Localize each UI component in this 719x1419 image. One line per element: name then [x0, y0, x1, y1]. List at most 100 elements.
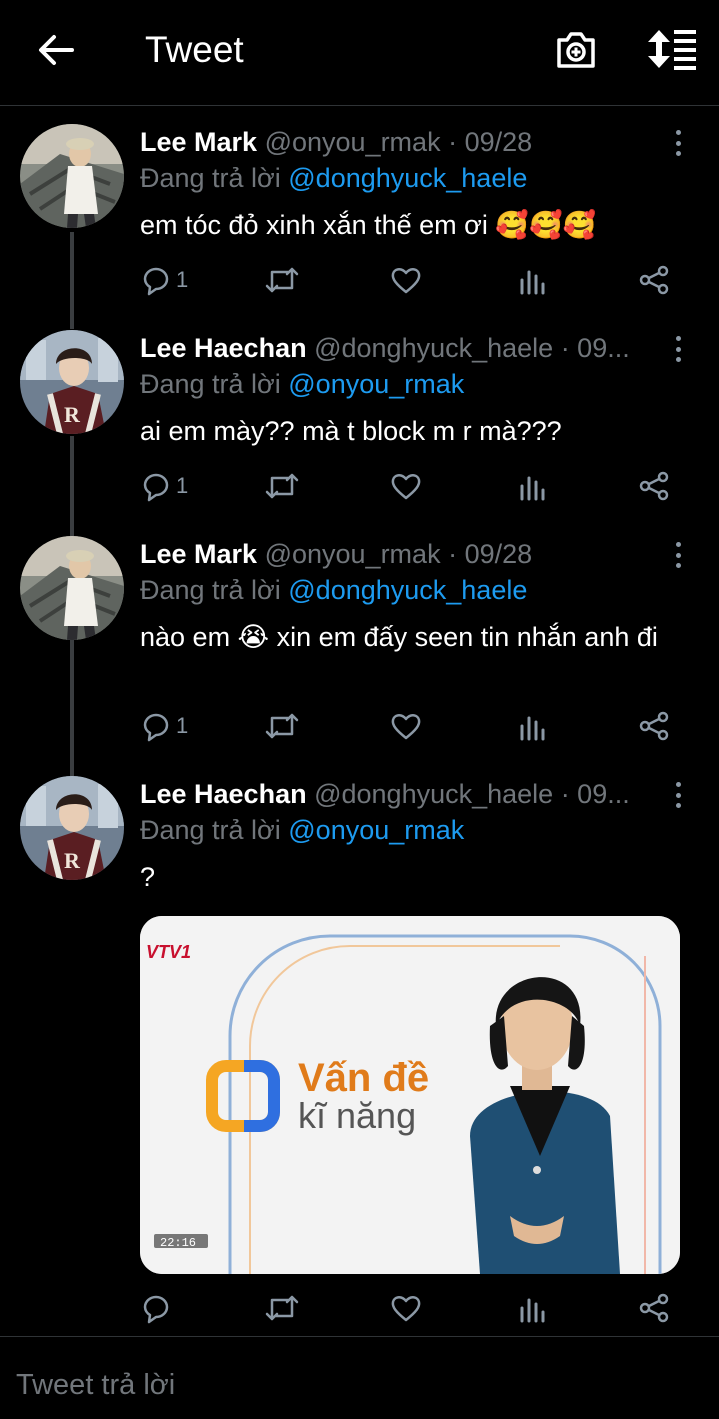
- reply-composer: Tweet trả lời: [0, 1336, 719, 1419]
- tweet-header: Lee Mark @onyou_rmak · 09/28: [140, 536, 660, 572]
- more-options-button[interactable]: [664, 780, 692, 810]
- share-button[interactable]: [638, 260, 670, 300]
- heart-icon: [391, 714, 421, 740]
- sort-button[interactable]: [646, 26, 698, 72]
- user-handle[interactable]: @donghyuck_haele: [314, 779, 553, 809]
- bar-chart-icon: [520, 716, 545, 741]
- bar-chart-icon: [520, 476, 545, 501]
- tweet[interactable]: R Lee Haechan @donghyuck_haele · 09... Đ…: [0, 330, 719, 520]
- broadcast-clock: 22:16: [160, 1236, 196, 1250]
- reply-button[interactable]: 1: [140, 260, 188, 300]
- mention-link[interactable]: @donghyuck_haele: [288, 163, 527, 193]
- tweet-actions: 1: [140, 706, 680, 746]
- user-handle[interactable]: @onyou_rmak: [265, 127, 441, 157]
- replying-to: Đang trả lời @donghyuck_haele: [140, 572, 527, 608]
- analytics-button[interactable]: [516, 466, 548, 506]
- mention-link[interactable]: @onyou_rmak: [288, 369, 464, 399]
- retweet-icon: [265, 473, 299, 499]
- tweet-text: ?: [140, 862, 156, 892]
- reply-icon: [143, 267, 169, 296]
- tweet-date: · 09...: [553, 333, 630, 363]
- share-button[interactable]: [638, 466, 670, 506]
- reply-icon: [143, 713, 169, 742]
- reply-count: 1: [176, 473, 189, 498]
- share-button[interactable]: [638, 706, 670, 746]
- tweet-text: em tóc đỏ xinh xắn thế em ơi 🥰🥰🥰: [140, 210, 597, 240]
- share-icon: [639, 265, 669, 295]
- like-button[interactable]: [390, 1288, 422, 1328]
- share-icon: [639, 711, 669, 741]
- retweet-icon: [265, 1295, 299, 1321]
- more-options-button[interactable]: [664, 128, 692, 158]
- heart-icon: [391, 474, 421, 500]
- replying-to-label: Đang trả lời: [140, 575, 289, 605]
- user-handle[interactable]: @onyou_rmak: [265, 539, 441, 569]
- back-button[interactable]: [34, 28, 78, 72]
- share-button[interactable]: [638, 1288, 670, 1328]
- mention-link[interactable]: @onyou_rmak: [288, 815, 464, 845]
- mention-link[interactable]: @donghyuck_haele: [288, 575, 527, 605]
- replying-to: Đang trả lời @onyou_rmak: [140, 812, 464, 848]
- top-app-bar: Tweet: [0, 0, 719, 106]
- tweet-date: · 09/28: [440, 539, 533, 569]
- reply-input[interactable]: Tweet trả lời: [16, 1365, 175, 1405]
- svg-text:R: R: [64, 848, 81, 873]
- tweet-date: · 09...: [553, 779, 630, 809]
- like-button[interactable]: [390, 260, 422, 300]
- replying-to-label: Đang trả lời: [140, 369, 289, 399]
- more-options-button[interactable]: [664, 540, 692, 570]
- avatar[interactable]: [20, 124, 124, 228]
- bar-chart-icon: [520, 270, 545, 295]
- media-image[interactable]: VTV1 Vấn đề kĩ năng 22:16: [140, 916, 680, 1274]
- retweet-icon: [265, 713, 299, 739]
- tweet-actions: 1: [140, 260, 680, 300]
- display-name[interactable]: Lee Mark: [140, 539, 257, 569]
- reply-button[interactable]: 1: [140, 706, 188, 746]
- replying-to-label: Đang trả lời: [140, 815, 289, 845]
- display-name[interactable]: Lee Mark: [140, 127, 257, 157]
- page-title: Tweet: [145, 29, 244, 70]
- retweet-button[interactable]: [264, 466, 300, 506]
- channel-logo: VTV1: [146, 942, 191, 962]
- display-name[interactable]: Lee Haechan: [140, 779, 307, 809]
- tweet-text: ai em mày?? mà t block m r mà???: [140, 416, 562, 446]
- reply-icon: [143, 473, 169, 502]
- retweet-button[interactable]: [264, 260, 300, 300]
- tweet-actions: 1: [140, 466, 680, 506]
- show-title-line2: kĩ năng: [298, 1095, 416, 1136]
- replying-to: Đang trả lời @onyou_rmak: [140, 366, 464, 402]
- tweet-date: · 09/28: [440, 127, 533, 157]
- user-handle[interactable]: @donghyuck_haele: [314, 333, 553, 363]
- reply-count: 1: [176, 267, 189, 292]
- heart-icon: [391, 1296, 421, 1322]
- arrow-left-icon: [39, 35, 74, 65]
- display-name[interactable]: Lee Haechan: [140, 333, 307, 363]
- retweet-button[interactable]: [264, 706, 300, 746]
- analytics-button[interactable]: [516, 706, 548, 746]
- tweet[interactable]: Lee Mark @onyou_rmak · 09/28 Đang trả lờ…: [0, 124, 719, 314]
- tweet[interactable]: Lee Mark @onyou_rmak · 09/28 Đang trả lờ…: [0, 536, 719, 760]
- reply-button[interactable]: [140, 1288, 176, 1328]
- avatar[interactable]: R: [20, 776, 124, 880]
- heart-icon: [391, 268, 421, 294]
- tweet-actions: [140, 1288, 680, 1328]
- retweet-button[interactable]: [264, 1288, 300, 1328]
- replying-to: Đang trả lời @donghyuck_haele: [140, 160, 527, 196]
- analytics-button[interactable]: [516, 260, 548, 300]
- reply-count: 1: [176, 713, 189, 738]
- camera-button[interactable]: [553, 26, 599, 72]
- analytics-button[interactable]: [516, 1288, 548, 1328]
- avatar[interactable]: R: [20, 330, 124, 434]
- svg-text:R: R: [64, 402, 81, 427]
- avatar[interactable]: [20, 536, 124, 640]
- share-icon: [639, 471, 669, 501]
- tweet-header: Lee Haechan @donghyuck_haele · 09...: [140, 330, 660, 366]
- like-button[interactable]: [390, 466, 422, 506]
- share-icon: [639, 1293, 669, 1323]
- more-options-button[interactable]: [664, 334, 692, 364]
- like-button[interactable]: [390, 706, 422, 746]
- sort-list-icon: [648, 30, 696, 70]
- reply-icon: [143, 1295, 169, 1324]
- reply-button[interactable]: 1: [140, 466, 188, 506]
- retweet-icon: [265, 267, 299, 293]
